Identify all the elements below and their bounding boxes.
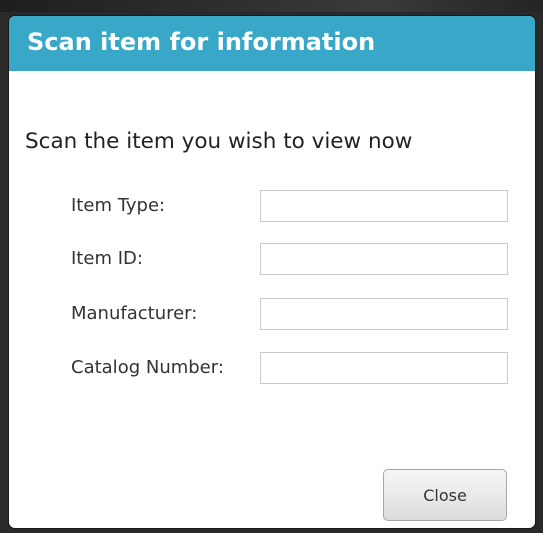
item-type-label: Item Type:	[71, 195, 166, 216]
background-window	[0, 0, 543, 12]
dialog-header: Scan item for information	[9, 16, 535, 71]
catalog-number-field[interactable]	[260, 352, 508, 384]
manufacturer-field[interactable]	[260, 298, 508, 330]
dialog-title: Scan item for information	[27, 28, 376, 56]
scan-item-dialog: Scan item for information Scan the item …	[9, 16, 535, 528]
item-id-row: Item ID:	[71, 243, 511, 277]
close-button[interactable]: Close	[383, 469, 507, 521]
item-id-field[interactable]	[260, 243, 508, 275]
item-id-label: Item ID:	[71, 248, 143, 269]
catalog-number-row: Catalog Number:	[71, 352, 511, 386]
item-type-field[interactable]	[260, 190, 508, 222]
item-type-row: Item Type:	[71, 190, 511, 224]
catalog-number-label: Catalog Number:	[71, 357, 224, 378]
manufacturer-row: Manufacturer:	[71, 298, 511, 332]
instruction-text: Scan the item you wish to view now	[25, 129, 413, 154]
manufacturer-label: Manufacturer:	[71, 303, 198, 324]
